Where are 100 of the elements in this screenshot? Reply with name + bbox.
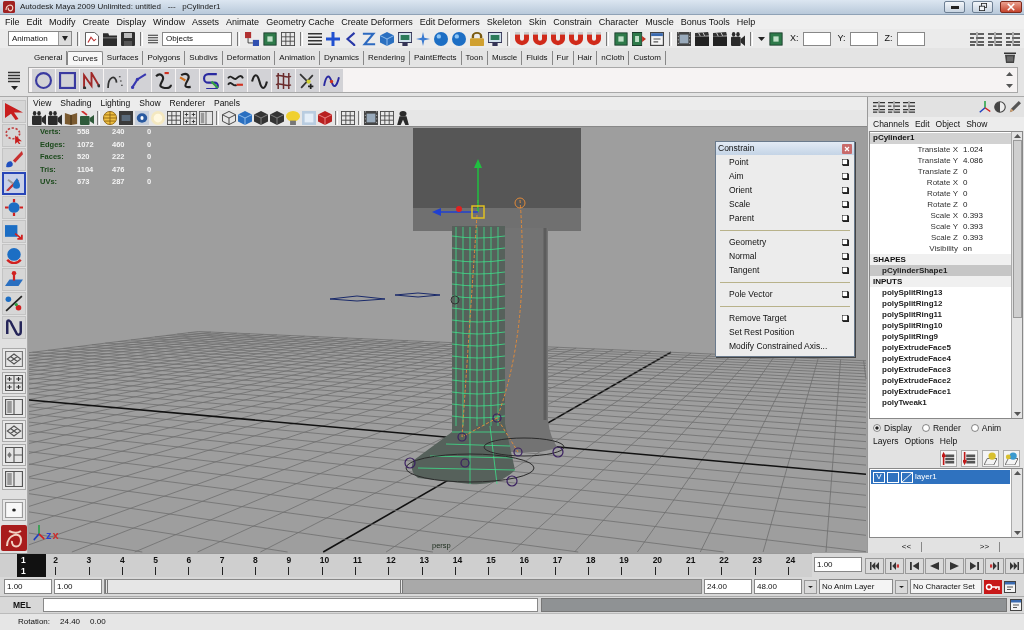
sphere-icon[interactable]	[434, 31, 448, 46]
window-icon[interactable]	[1010, 599, 1022, 611]
input-node[interactable]: polySplitRing13	[870, 287, 1011, 298]
attribute-value[interactable]: 0	[958, 189, 968, 198]
cube-icon[interactable]	[318, 111, 332, 125]
polyline-icon[interactable]	[128, 68, 151, 92]
sphere-arc-icon[interactable]	[1, 244, 26, 267]
curve-grid-icon[interactable]	[272, 68, 295, 92]
align-lines-icon[interactable]	[988, 31, 1002, 46]
shape-node[interactable]: pCylinderShape1	[870, 265, 1011, 276]
input-node[interactable]: polyTweak1	[870, 397, 1011, 408]
wave-icon[interactable]	[224, 68, 247, 92]
axes-icon[interactable]	[979, 101, 991, 113]
grid-icon[interactable]	[167, 111, 181, 125]
layer-mode-radio[interactable]: Render	[921, 423, 961, 433]
attribute-name[interactable]: Scale Y	[870, 222, 958, 231]
visibility-toggle[interactable]: V	[873, 471, 885, 483]
menu-item[interactable]: Geometry	[716, 235, 854, 249]
play-backward-icon[interactable]	[925, 558, 944, 574]
menu-item[interactable]: Set Rest Position	[716, 325, 854, 339]
menu-item[interactable]: Assets	[192, 17, 220, 27]
option-box-icon[interactable]	[842, 314, 849, 322]
sphere-icon[interactable]	[452, 31, 466, 46]
scroll-button[interactable]: <<	[891, 541, 923, 552]
two-pane-icon[interactable]	[1, 468, 26, 490]
layer-row[interactable]: V layer1	[871, 470, 1010, 484]
scroll-down-arrow-icon[interactable]	[1013, 412, 1021, 416]
command-input-field[interactable]	[43, 598, 538, 612]
panel-menu-item[interactable]: Shading	[60, 99, 92, 108]
caret-icon[interactable]	[758, 36, 765, 41]
grid-icon[interactable]	[380, 111, 394, 125]
attribute-name[interactable]: Visibility	[870, 244, 958, 253]
paintbrush-icon[interactable]	[1, 148, 26, 171]
attribute-value[interactable]: 4.086	[958, 156, 984, 165]
menu-item[interactable]: Help	[736, 17, 756, 27]
option-box-icon[interactable]	[842, 266, 849, 274]
window-icon[interactable]	[1004, 580, 1016, 593]
menu-item[interactable]: Modify	[49, 17, 76, 27]
wireframe-cube-icon[interactable]	[222, 111, 236, 125]
pen-icon[interactable]	[1009, 101, 1021, 113]
up-arrow-icon[interactable]	[1006, 72, 1013, 76]
scroll-up-arrow-icon[interactable]	[1013, 471, 1021, 475]
linked-squares-icon[interactable]	[245, 31, 259, 46]
move-manipulator[interactable]	[432, 159, 485, 219]
input-node[interactable]: polyExtrudeFace1	[870, 386, 1011, 397]
attribute-name[interactable]: Rotate X	[870, 178, 958, 187]
scroll-up-arrow-icon[interactable]	[1013, 134, 1021, 138]
radio-button-icon[interactable]	[921, 424, 930, 432]
menu-item[interactable]: Create Deformers	[341, 17, 413, 27]
menu-item[interactable]: Window	[153, 17, 186, 27]
lines-icon[interactable]	[8, 70, 20, 83]
menu-item[interactable]: Pole Vector	[716, 287, 854, 301]
layer-mode-radio[interactable]: Display	[873, 423, 912, 433]
lines-icon[interactable]	[148, 33, 158, 44]
menu-item[interactable]: Create	[82, 17, 110, 27]
layer-menu-item[interactable]: Help	[939, 437, 958, 446]
grid-icon[interactable]	[341, 111, 355, 125]
menu-item[interactable]: Skin	[528, 17, 547, 27]
document-icon[interactable]	[85, 31, 99, 46]
vertical-scrollbar[interactable]	[1011, 469, 1022, 537]
attribute-value[interactable]: 0.393	[958, 233, 984, 242]
curve-icon[interactable]	[1, 316, 26, 339]
option-box-icon[interactable]	[842, 158, 849, 166]
square-frame-icon[interactable]	[769, 31, 783, 46]
magnet-icon[interactable]	[515, 31, 529, 46]
sphere-arrows-icon[interactable]	[1, 196, 26, 219]
input-node[interactable]: polyExtrudeFace2	[870, 375, 1011, 386]
curve-icon[interactable]	[200, 68, 223, 92]
line-dots-icon[interactable]	[1, 292, 26, 315]
layer-mode-radio[interactable]: Anim	[970, 423, 1002, 433]
playback-toggle[interactable]	[887, 471, 899, 483]
light-bulb-icon[interactable]	[286, 111, 300, 125]
attribute-value[interactable]: 0	[958, 167, 968, 176]
coordinate-input-field[interactable]	[896, 31, 925, 46]
menu-item[interactable]: Character	[598, 17, 639, 27]
eye-icon[interactable]	[135, 111, 149, 125]
menu-item[interactable]: Tangent	[716, 263, 854, 277]
square-frame-icon[interactable]	[614, 31, 628, 46]
half-circle-icon[interactable]	[994, 101, 1006, 113]
close-button[interactable]	[1000, 1, 1022, 13]
playback-end-field[interactable]: 24.00	[704, 579, 752, 594]
layer-name[interactable]: layer1	[915, 473, 937, 481]
curve-icon[interactable]	[176, 68, 199, 92]
curve-icon[interactable]	[152, 68, 175, 92]
circle-icon[interactable]	[32, 68, 55, 92]
panel-menu-item[interactable]: Lighting	[100, 99, 131, 108]
attribute-value[interactable]: 0	[958, 178, 968, 187]
scrollbar-thumb[interactable]	[1012, 140, 1022, 318]
step-back-key-icon[interactable]	[885, 558, 904, 574]
option-box-icon[interactable]	[842, 200, 849, 208]
current-time-field[interactable]: 1.00	[814, 557, 862, 572]
attribute-value[interactable]: on	[958, 244, 972, 253]
clapperboard-icon[interactable]	[713, 31, 727, 46]
four-pane-icon[interactable]	[183, 111, 197, 125]
step-back-icon[interactable]	[905, 558, 924, 574]
menu-item[interactable]: Edit Deformers	[419, 17, 480, 27]
coordinate-input-field[interactable]	[802, 31, 831, 46]
film-frame-icon[interactable]	[364, 111, 378, 125]
coordinate-input-field[interactable]	[849, 31, 878, 46]
menu-item[interactable]: Remove Target	[716, 311, 854, 325]
